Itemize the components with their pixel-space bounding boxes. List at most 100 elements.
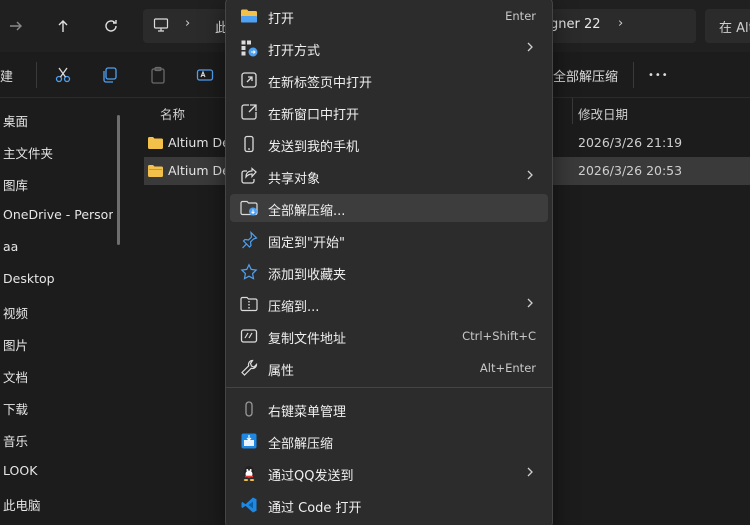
copy-icon — [103, 67, 117, 83]
menu-item-open-new-window[interactable]: 在新窗口中打开 — [230, 98, 548, 126]
arrow-right-icon — [10, 21, 22, 31]
new-window-icon — [241, 104, 257, 120]
sidebar-item-pictures[interactable]: 图片 — [3, 335, 113, 357]
refresh-button[interactable] — [95, 10, 127, 42]
forward-button[interactable] — [0, 10, 32, 42]
menu-item-share[interactable]: 共享对象 — [230, 162, 548, 190]
new-button[interactable]: 建 — [0, 64, 13, 86]
chevron-right-icon — [527, 298, 533, 308]
wrench-icon — [241, 359, 258, 376]
copy-path-icon — [240, 329, 258, 343]
menu-item-label: 共享对象 — [268, 172, 321, 187]
new-label: 建 — [0, 69, 14, 85]
sidebar-scrollbar[interactable] — [117, 115, 120, 245]
sidebar-item-desktop-en[interactable]: Desktop — [3, 271, 113, 293]
menu-item-menu-manager[interactable]: 右键菜单管理 — [230, 395, 548, 423]
column-divider[interactable] — [572, 98, 573, 124]
menu-item-label: 打开 — [268, 12, 295, 27]
open-with-icon — [241, 40, 258, 57]
sidebar-item-downloads[interactable]: 下载 — [3, 399, 113, 421]
new-tab-icon — [241, 72, 257, 88]
more-options-button[interactable]: ••• — [648, 64, 669, 86]
up-button[interactable] — [47, 10, 79, 42]
toolbar-divider — [36, 62, 37, 88]
file-name: Altium De — [168, 163, 230, 178]
menu-item-label: 全部解压缩... — [268, 204, 346, 219]
menu-item-label: 通过QQ发送到 — [268, 469, 354, 484]
menu-item-add-to-favorites[interactable]: 添加到收藏夹 — [230, 258, 548, 286]
sidebar-item-look[interactable]: LOOK — [3, 463, 113, 485]
chevron-right-icon: › — [185, 16, 191, 31]
qq-icon — [243, 466, 255, 481]
path-segment[interactable]: gner 22 — [550, 17, 601, 32]
menu-item-label: 在新标签页中打开 — [268, 76, 373, 91]
menu-item-send-to-phone[interactable]: 发送到我的手机 — [230, 130, 548, 158]
menu-item-label: 复制文件地址 — [268, 332, 347, 347]
paste-button[interactable] — [149, 64, 167, 86]
search-input[interactable]: 在 Alt — [705, 9, 750, 43]
extract-all-toolbar-button[interactable]: 全部解压缩 — [553, 64, 618, 86]
extract-app-icon — [241, 433, 257, 449]
sidebar-item-documents[interactable]: 文档 — [3, 367, 113, 389]
menu-item-pin-to-start[interactable]: 固定到"开始" — [230, 226, 548, 254]
cut-button[interactable] — [54, 64, 72, 86]
context-menu: 打开 Enter 打开方式 在新标签页中打开 在新窗口中打开 发送到我的手机 共… — [225, 0, 553, 525]
search-placeholder: 在 Alt — [719, 21, 750, 36]
menu-separator — [226, 387, 552, 388]
more-icon: ••• — [648, 69, 669, 81]
menu-item-label: 压缩到... — [268, 300, 320, 315]
chevron-right-icon — [527, 467, 533, 477]
phone-icon — [244, 135, 254, 153]
menu-item-extract-all-app[interactable]: 全部解压缩 — [230, 427, 548, 455]
menu-item-open-with[interactable]: 打开方式 — [230, 34, 548, 62]
clipboard-icon — [151, 66, 165, 84]
toolbar-divider — [633, 62, 634, 88]
sidebar-item-this-pc[interactable]: 此电脑 — [3, 495, 113, 517]
file-name: Altium De — [168, 135, 230, 150]
sidebar-item-aa[interactable]: aa — [3, 239, 113, 261]
chevron-right-icon — [527, 42, 533, 52]
menu-item-label: 在新窗口中打开 — [268, 108, 360, 123]
menu-item-copy-path[interactable]: 复制文件地址 Ctrl+Shift+C — [230, 322, 548, 350]
rename-button[interactable] — [196, 64, 214, 86]
menu-item-open[interactable]: 打开 Enter — [230, 2, 548, 30]
folder-icon — [148, 137, 163, 149]
menu-item-label: 打开方式 — [268, 44, 321, 59]
column-header-modified[interactable]: 修改日期 — [578, 104, 628, 123]
sidebar-item-gallery[interactable]: 图库 — [3, 175, 113, 197]
menu-item-label: 全部解压缩 — [268, 437, 334, 452]
vscode-icon — [241, 497, 257, 513]
menu-item-label: 固定到"开始" — [268, 236, 345, 251]
chevron-right-icon — [527, 170, 533, 180]
menu-item-label: 通过 Code 打开 — [268, 501, 362, 516]
menu-item-compress-to[interactable]: 压缩到... — [230, 290, 548, 318]
menu-manager-icon — [245, 401, 253, 417]
menu-item-send-via-qq[interactable]: 通过QQ发送到 — [230, 459, 548, 487]
file-modified: 2026/3/26 20:53 — [578, 163, 683, 178]
extract-icon — [240, 200, 258, 216]
menu-item-label: 添加到收藏夹 — [268, 268, 347, 283]
sidebar-item-desktop[interactable]: 桌面 — [3, 111, 113, 133]
menu-item-label: 发送到我的手机 — [268, 140, 360, 155]
scissors-icon — [55, 67, 71, 83]
extract-all-label: 全部解压缩 — [553, 69, 619, 85]
pin-icon — [242, 231, 258, 249]
menu-item-shortcut: Enter — [505, 9, 536, 23]
sidebar-item-home[interactable]: 主文件夹 — [3, 143, 113, 165]
chevron-right-icon: › — [618, 16, 624, 31]
navigation-pane: 桌面 主文件夹 图库 OneDrive - Person aa Desktop … — [0, 98, 128, 525]
computer-icon — [153, 18, 169, 32]
sidebar-item-videos[interactable]: 视频 — [3, 303, 113, 325]
copy-button[interactable] — [101, 64, 119, 86]
sidebar-item-onedrive[interactable]: OneDrive - Person — [3, 207, 113, 229]
sidebar-item-music[interactable]: 音乐 — [3, 431, 113, 453]
folder-open-icon — [241, 9, 257, 23]
menu-item-label: 属性 — [268, 364, 295, 379]
menu-item-shortcut: Alt+Enter — [479, 361, 536, 375]
menu-item-open-with-code[interactable]: 通过 Code 打开 — [230, 491, 548, 519]
menu-item-open-new-tab[interactable]: 在新标签页中打开 — [230, 66, 548, 94]
arrow-up-icon — [58, 20, 68, 32]
menu-item-properties[interactable]: 属性 Alt+Enter — [230, 354, 548, 382]
column-header-name[interactable]: 名称 — [160, 104, 185, 123]
menu-item-extract-all[interactable]: 全部解压缩... — [230, 194, 548, 222]
